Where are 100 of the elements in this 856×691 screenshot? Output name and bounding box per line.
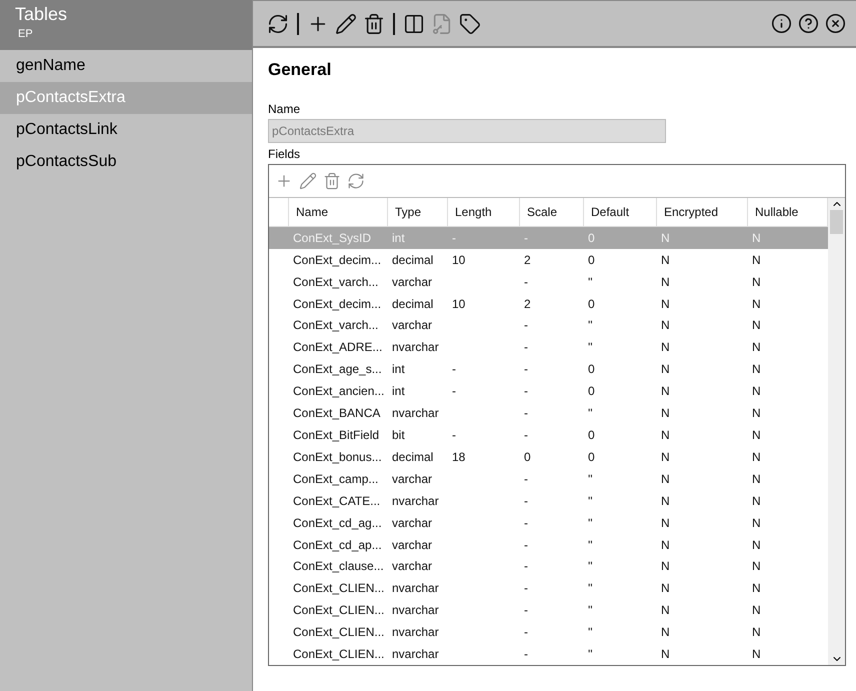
table-cell-text: -: [523, 318, 529, 332]
table-row[interactable]: ConExt_varch... varchar - '' N N: [269, 270, 828, 293]
table-cell-text: 0: [587, 384, 596, 398]
table-cell-text: ConExt_ADRE...: [292, 340, 384, 354]
table-row[interactable]: ConExt_cd_ap... varchar - '' N N: [269, 534, 828, 556]
table-row[interactable]: ConExt_bonus... decimal 18 0 0 N N: [269, 446, 828, 468]
table-cell-text: ConExt_clause...: [292, 559, 385, 574]
table-cell-text: N: [751, 318, 762, 332]
pencil-button[interactable]: [335, 12, 357, 34]
trash-button[interactable]: [363, 12, 385, 34]
table-cell-text: nvarchar: [391, 647, 440, 662]
table-cell-text: decimal: [391, 296, 434, 311]
column-header[interactable]: Type: [388, 198, 448, 226]
table-cell-text: N: [660, 318, 671, 332]
table-cell-text: -: [451, 230, 457, 245]
sidebar-subtitle: EP: [18, 28, 33, 40]
table-row[interactable]: ConExt_CLIEN... nvarchar - '' N N: [269, 643, 828, 665]
table-row[interactable]: ConExt_camp... varchar - '' N N: [269, 468, 828, 490]
table-row[interactable]: ConExt_CATE... nvarchar - '' N N: [269, 490, 828, 512]
table-cell-text: N: [751, 472, 762, 486]
table-cell-text: -: [523, 647, 529, 662]
table-cell-text: nvarchar: [391, 494, 440, 508]
info-button[interactable]: [771, 13, 792, 34]
table-cell-text: '': [587, 625, 594, 640]
table-cell-text: '': [587, 603, 594, 618]
table-cell-text: 0: [587, 296, 596, 311]
table-row[interactable]: ConExt_BANCA nvarchar - '' N N: [269, 402, 828, 424]
table-cell-text: N: [751, 274, 762, 289]
table-cell-text: N: [751, 252, 762, 267]
table-cell-text: N: [660, 625, 671, 640]
refresh-button[interactable]: [267, 12, 289, 34]
table-cell-text: nvarchar: [391, 406, 440, 420]
sidebar-item[interactable]: pContactsLink: [0, 114, 252, 146]
table-cell-text: N: [751, 516, 762, 530]
table-cell-text: -: [451, 384, 457, 398]
table-cell-text: -: [523, 603, 529, 618]
table-cell-text: ConExt_CLIEN...: [292, 581, 386, 596]
table-cell-text: -: [523, 538, 529, 552]
table-cell-text: N: [660, 428, 671, 442]
table-row[interactable]: ConExt_age_s... int - - 0 N N: [269, 358, 828, 380]
table-cell-text: -: [523, 559, 529, 574]
columns-button[interactable]: [403, 12, 425, 34]
table-cell-text: '': [587, 581, 594, 596]
table-cell-text: ConExt_BANCA: [292, 406, 382, 420]
table-cell-text: N: [751, 296, 762, 311]
table-cell-text: N: [660, 559, 671, 574]
table-row[interactable]: ConExt_varch... varchar - '' N N: [269, 314, 828, 336]
table-row[interactable]: ConExt_decim... decimal 10 2 0 N N: [269, 292, 828, 314]
section-title: General: [268, 60, 332, 80]
table-row[interactable]: ConExt_ADRE... nvarchar - '' N N: [269, 336, 828, 358]
close-button[interactable]: [825, 13, 846, 34]
table-cell-text: N: [660, 274, 671, 289]
table-cell-text: 2: [523, 252, 532, 267]
table-cell-text: N: [751, 494, 762, 508]
table-cell-text: ConExt_cd_ap...: [292, 538, 383, 552]
table-cell-text: varchar: [391, 559, 434, 574]
table-row[interactable]: ConExt_cd_ag... varchar - '' N N: [269, 512, 828, 534]
column-header[interactable]: Length: [448, 198, 520, 226]
table-cell-text: nvarchar: [391, 603, 440, 618]
column-header[interactable]: Default: [584, 198, 657, 226]
table-row[interactable]: ConExt_ancien... int - - 0 N N: [269, 380, 828, 402]
table-cell-text: N: [751, 625, 762, 640]
scrollbar[interactable]: [828, 198, 845, 665]
table-cell-text: ConExt_CLIEN...: [292, 603, 386, 618]
table-row[interactable]: ConExt_CLIEN... nvarchar - '' N N: [269, 621, 828, 644]
table-cell-text: N: [751, 362, 762, 376]
table-cell-text: -: [451, 428, 457, 442]
column-header[interactable]: Scale: [520, 198, 584, 226]
sidebar-item[interactable]: genName: [0, 50, 252, 82]
column-header[interactable]: Name: [289, 198, 388, 226]
table-cell-text: ConExt_camp...: [292, 472, 380, 486]
table-row[interactable]: ConExt_CLIEN... nvarchar - '' N N: [269, 577, 828, 600]
table-cell-text: int: [391, 230, 406, 245]
field-label: Fields: [268, 147, 302, 161]
table-cell-text: ConExt_BitField: [292, 428, 380, 442]
table-cell-text: '': [587, 647, 594, 662]
table-row[interactable]: ConExt_decim... decimal 10 2 0 N N: [269, 248, 828, 271]
table-cell-text: N: [751, 230, 762, 245]
table-row[interactable]: ConExt_BitField bit - - 0 N N: [269, 424, 828, 446]
table-cell-text: decimal: [391, 450, 434, 464]
table-row[interactable]: ConExt_clause... varchar - '' N N: [269, 555, 828, 578]
table-cell-text: ConExt_decim...: [292, 296, 382, 311]
table-cell-text: N: [751, 581, 762, 596]
help-button[interactable]: [798, 13, 819, 34]
table-cell-text: 18: [451, 450, 466, 464]
table-row[interactable]: ConExt_CLIEN... nvarchar - '' N N: [269, 599, 828, 622]
table-cell-text: ConExt_CATE...: [292, 494, 382, 508]
table-cell-text: ConExt_ancien...: [292, 384, 386, 398]
table-cell-text: N: [751, 450, 762, 464]
column-header[interactable]: Encrypted: [657, 198, 748, 226]
table-cell-text: 0: [587, 428, 596, 442]
table-cell-text: -: [523, 472, 529, 486]
tag-button[interactable]: [459, 12, 481, 34]
table-cell-text: N: [660, 384, 671, 398]
sidebar-item[interactable]: pContactsSub: [0, 146, 252, 178]
scroll-thumb[interactable]: [830, 210, 843, 234]
table-cell-text: N: [660, 538, 671, 552]
table-cell-text: -: [523, 625, 529, 640]
table-cell-text: varchar: [391, 318, 434, 332]
table-cell-text: 0: [587, 230, 596, 245]
